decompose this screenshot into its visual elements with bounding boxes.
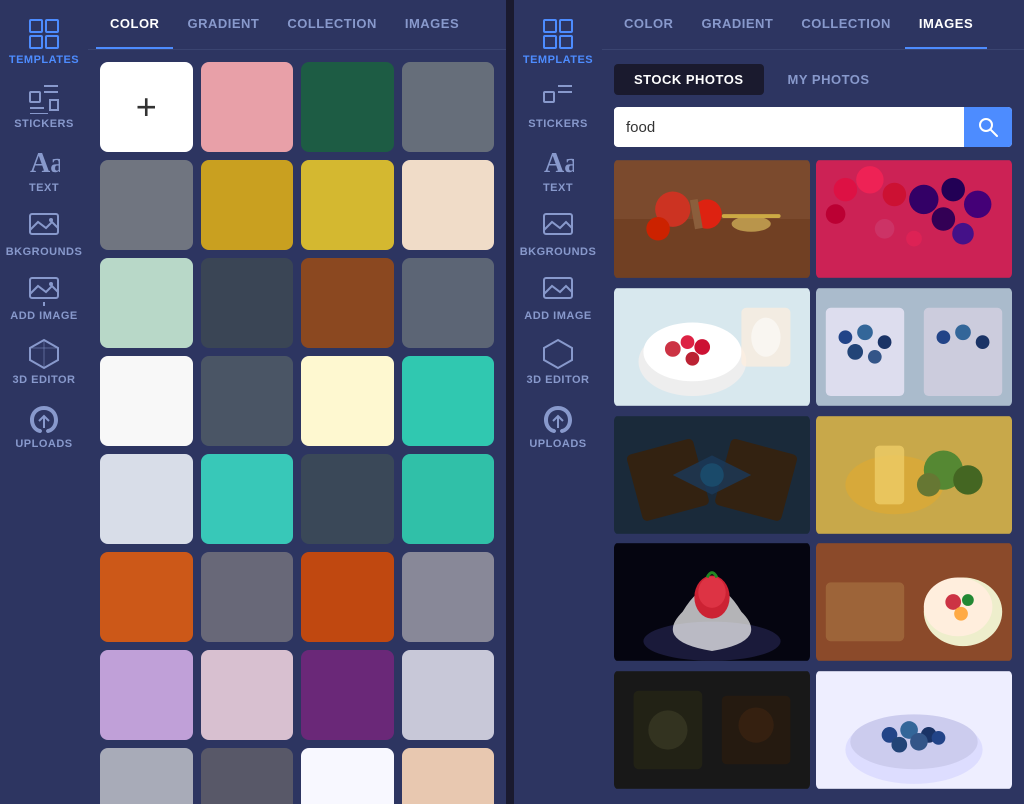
search-button[interactable] <box>964 107 1012 147</box>
color-swatch-grid: + <box>88 50 506 804</box>
image-card-4[interactable] <box>816 287 1012 407</box>
image-card-2[interactable] <box>816 159 1012 279</box>
color-swatch-30[interactable] <box>301 748 394 804</box>
right-sidebar: TEMPLATES STICKERS Aa TEXT BKGROUNDS ADD… <box>514 0 602 804</box>
sidebar-item-templates-right[interactable]: TEMPLATES <box>518 10 598 74</box>
right-panel-tabs: COLOR GRADIENT COLLECTION IMAGES <box>602 0 1024 50</box>
svg-text:Aa: Aa <box>544 148 574 178</box>
sidebar-item-addimage-left[interactable]: ADD IMAGE <box>4 266 84 330</box>
image-card-9[interactable] <box>614 670 810 790</box>
color-swatch-1[interactable] <box>201 62 294 152</box>
stock-photos-tab[interactable]: STOCK PHOTOS <box>614 64 764 95</box>
color-swatch-6[interactable] <box>301 160 394 250</box>
sidebar-item-text-left[interactable]: Aa TEXT <box>4 138 84 202</box>
tab-collection-left[interactable]: COLLECTION <box>273 0 391 49</box>
sidebar-item-stickers-right[interactable]: STICKERS <box>518 74 598 138</box>
color-swatch-4[interactable] <box>100 160 193 250</box>
color-swatch-15[interactable] <box>402 356 495 446</box>
image-card-7[interactable] <box>614 542 810 662</box>
image-card-8[interactable] <box>816 542 1012 662</box>
tab-color-right[interactable]: COLOR <box>610 0 687 49</box>
color-swatch-23[interactable] <box>402 552 495 642</box>
sidebar-item-stickers-left[interactable]: STICKERS <box>4 74 84 138</box>
color-swatch-8[interactable] <box>100 258 193 348</box>
color-swatch-29[interactable] <box>201 748 294 804</box>
svg-text:Aa: Aa <box>30 148 60 178</box>
left-panel-tabs: COLOR GRADIENT COLLECTION IMAGES <box>88 0 506 50</box>
color-swatch-10[interactable] <box>301 258 394 348</box>
sidebar-item-backgrounds-right[interactable]: BKGROUNDS <box>518 202 598 266</box>
photo-type-tabs: STOCK PHOTOS MY PHOTOS <box>602 50 1024 103</box>
left-color-panel: COLOR GRADIENT COLLECTION IMAGES + <box>88 0 506 804</box>
tab-images-left[interactable]: IMAGES <box>391 0 473 49</box>
tab-gradient-right[interactable]: GRADIENT <box>687 0 787 49</box>
image-card-1[interactable] <box>614 159 810 279</box>
color-swatch-16[interactable] <box>100 454 193 544</box>
color-swatch-19[interactable] <box>402 454 495 544</box>
image-card-3[interactable] <box>614 287 810 407</box>
sidebar-item-text-right[interactable]: Aa TEXT <box>518 138 598 202</box>
color-swatch-28[interactable] <box>100 748 193 804</box>
color-swatch-12[interactable] <box>100 356 193 446</box>
my-photos-tab[interactable]: MY PHOTOS <box>768 64 890 95</box>
image-card-6[interactable] <box>816 415 1012 535</box>
add-color-button[interactable]: + <box>100 62 193 152</box>
sidebar-item-backgrounds-left[interactable]: BKGROUNDS <box>4 202 84 266</box>
color-swatch-17[interactable] <box>201 454 294 544</box>
color-swatch-24[interactable] <box>100 650 193 740</box>
color-swatch-14[interactable] <box>301 356 394 446</box>
color-swatch-3[interactable] <box>402 62 495 152</box>
tab-collection-right[interactable]: COLLECTION <box>787 0 905 49</box>
color-swatch-5[interactable] <box>201 160 294 250</box>
search-input[interactable] <box>614 109 964 146</box>
color-swatch-7[interactable] <box>402 160 495 250</box>
right-images-panel: COLOR GRADIENT COLLECTION IMAGES STOCK P… <box>602 0 1024 804</box>
sidebar-item-uploads-left[interactable]: UPLOADS <box>4 394 84 458</box>
color-swatch-2[interactable] <box>301 62 394 152</box>
sidebar-item-uploads-right[interactable]: UPLOADS <box>518 394 598 458</box>
sidebar-item-3deditor-right[interactable]: 3D EDITOR <box>518 330 598 394</box>
tab-images-right[interactable]: IMAGES <box>905 0 987 49</box>
color-swatch-27[interactable] <box>402 650 495 740</box>
sidebar-item-addimage-right[interactable]: ADD IMAGE <box>518 266 598 330</box>
sidebar-item-templates-left[interactable]: TEMPLATES <box>4 10 84 74</box>
left-sidebar: TEMPLATES STICKERS Aa TEXT BKGROUNDS <box>0 0 88 804</box>
tab-gradient-left[interactable]: GRADIENT <box>173 0 273 49</box>
color-swatch-13[interactable] <box>201 356 294 446</box>
sidebar-item-3deditor-left[interactable]: 3D EDITOR <box>4 330 84 394</box>
image-card-10[interactable] <box>816 670 1012 790</box>
photo-search-bar <box>614 107 1012 147</box>
color-swatch-18[interactable] <box>301 454 394 544</box>
image-card-5[interactable] <box>614 415 810 535</box>
panel-divider <box>506 0 514 804</box>
color-swatch-20[interactable] <box>100 552 193 642</box>
color-swatch-21[interactable] <box>201 552 294 642</box>
color-swatch-22[interactable] <box>301 552 394 642</box>
search-icon <box>978 117 998 137</box>
color-swatch-25[interactable] <box>201 650 294 740</box>
color-swatch-11[interactable] <box>402 258 495 348</box>
image-grid <box>602 159 1024 804</box>
tab-color-left[interactable]: COLOR <box>96 0 173 49</box>
color-swatch-9[interactable] <box>201 258 294 348</box>
color-swatch-26[interactable] <box>301 650 394 740</box>
color-swatch-31[interactable] <box>402 748 495 804</box>
